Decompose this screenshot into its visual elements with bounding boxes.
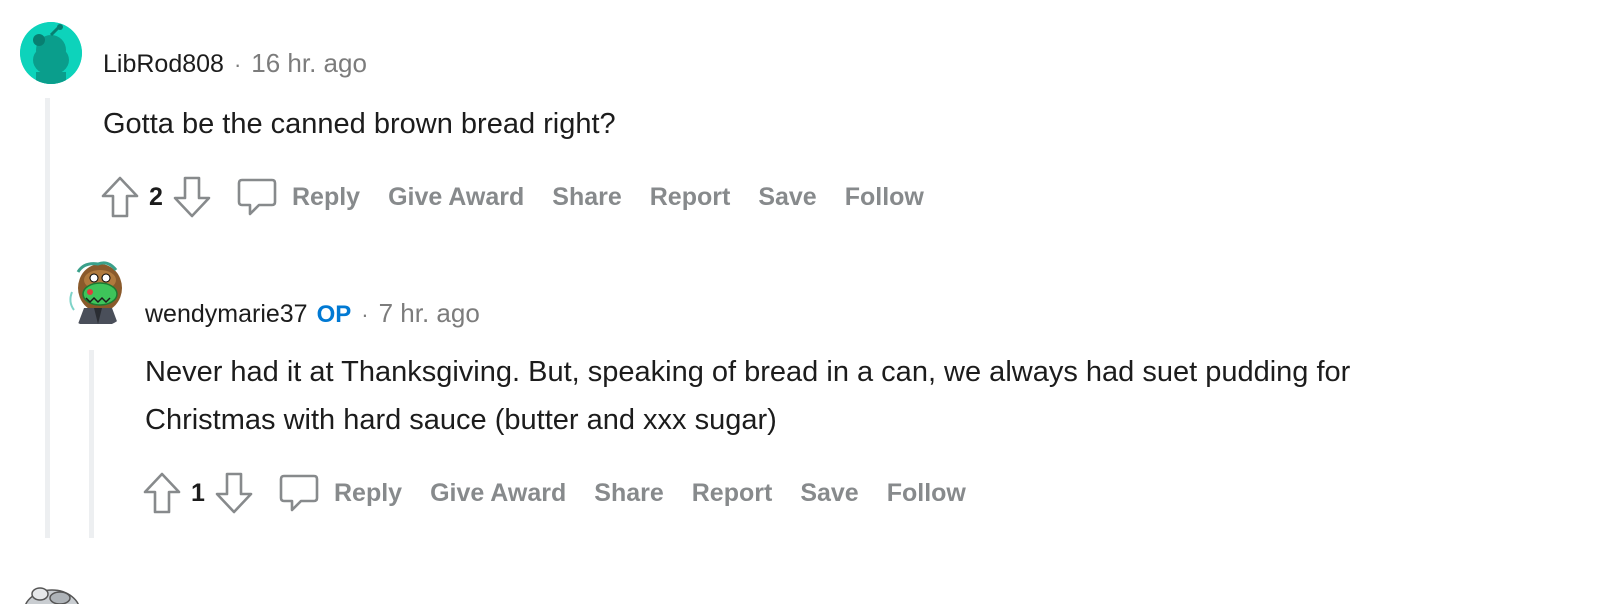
save-button[interactable]: Save [800,479,858,508]
vote-score: 1 [191,478,205,507]
upvote-arrow-icon [143,472,181,514]
give-award-button[interactable]: Give Award [388,183,524,212]
upvote-arrow-icon [101,176,139,218]
downvote-arrow-icon [215,472,253,514]
thread-collapse-line[interactable] [89,350,94,538]
op-badge: OP [316,301,352,328]
downvote-button[interactable] [212,469,256,517]
comment-body: Gotta be the canned brown bread right? [103,108,616,140]
snoo-avatar-icon [25,587,79,604]
follow-button[interactable]: Follow [887,479,966,508]
follow-button[interactable]: Follow [845,183,924,212]
speech-bubble-icon [236,176,278,218]
thread-collapse-line[interactable] [45,98,50,538]
username-link[interactable]: LibRod808 [103,50,224,79]
reply-button[interactable]: Reply [236,176,360,218]
comment-body-line: Never had it at Thanksgiving. But, speak… [145,356,1351,388]
comment-body-line: Christmas with hard sauce (butter and xx… [145,404,777,436]
comment-meta: wendymarie37 OP · 7 hr. ago [145,298,480,329]
upvote-button[interactable] [140,469,184,517]
reply-label: Reply [334,478,403,507]
reply-label: Reply [292,182,361,211]
downvote-button[interactable] [170,173,214,221]
snoo-avatar-icon [69,261,122,324]
meta-separator: · [361,302,369,327]
report-button[interactable]: Report [650,183,731,212]
give-award-button[interactable]: Give Award [430,479,566,508]
comment-thread: LibRod808 · 16 hr. ago Gotta be the cann… [0,0,1624,604]
comment-meta: LibRod808 · 16 hr. ago [103,48,367,79]
snoo-avatar-icon [20,22,82,84]
timestamp-link[interactable]: 16 hr. ago [251,48,367,79]
meta-separator: · [233,52,242,77]
report-button[interactable]: Report [692,479,773,508]
upvote-button[interactable] [98,173,142,221]
comment-body: Never had it at Thanksgiving. But, speak… [145,348,1585,444]
avatar[interactable] [20,22,82,84]
reply-button[interactable]: Reply [278,472,402,514]
vote-score: 2 [149,182,163,211]
speech-bubble-icon [278,472,320,514]
comment-action-bar: 2 Reply Give Award Share Report Save Fol… [98,172,924,222]
share-button[interactable]: Share [552,183,621,212]
comment-action-bar: 1 Reply Give Award Share Report Save Fol… [140,468,966,518]
share-button[interactable]: Share [594,479,663,508]
save-button[interactable]: Save [758,183,816,212]
timestamp-link[interactable]: 7 hr. ago [379,298,480,329]
downvote-arrow-icon [173,176,211,218]
avatar[interactable] [64,258,128,326]
avatar[interactable] [20,584,84,604]
username-link[interactable]: wendymarie37 [145,300,308,329]
